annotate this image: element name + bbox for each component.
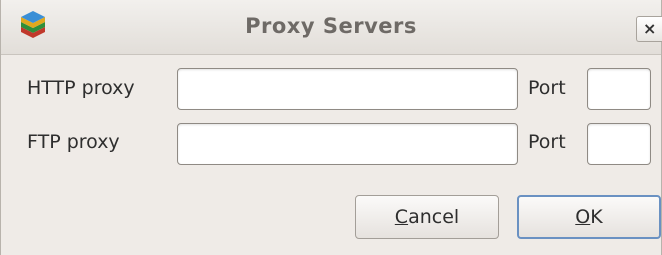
http-port-label: Port <box>528 77 566 99</box>
cancel-label: ancel <box>408 206 460 228</box>
close-icon: × <box>643 19 657 38</box>
window-title: Proxy Servers <box>245 14 417 38</box>
cancel-button[interactable]: Cancel <box>355 195 499 239</box>
title-bar[interactable]: Proxy Servers × <box>1 0 662 55</box>
ok-label: K <box>590 206 603 228</box>
http-port-input[interactable] <box>587 68 651 110</box>
proxy-servers-dialog: Proxy Servers × HTTP proxy Port FTP prox… <box>0 0 662 255</box>
ftp-proxy-label: FTP proxy <box>27 131 120 153</box>
cancel-mnemonic: C <box>394 206 409 228</box>
ftp-port-label: Port <box>528 131 566 153</box>
ftp-port-input[interactable] <box>587 123 651 165</box>
ftp-proxy-input[interactable] <box>177 123 518 165</box>
close-button[interactable]: × <box>636 16 662 42</box>
http-proxy-input[interactable] <box>177 68 518 110</box>
ok-button[interactable]: OK <box>517 195 661 239</box>
http-proxy-label: HTTP proxy <box>27 77 135 99</box>
ok-mnemonic: O <box>575 206 591 228</box>
